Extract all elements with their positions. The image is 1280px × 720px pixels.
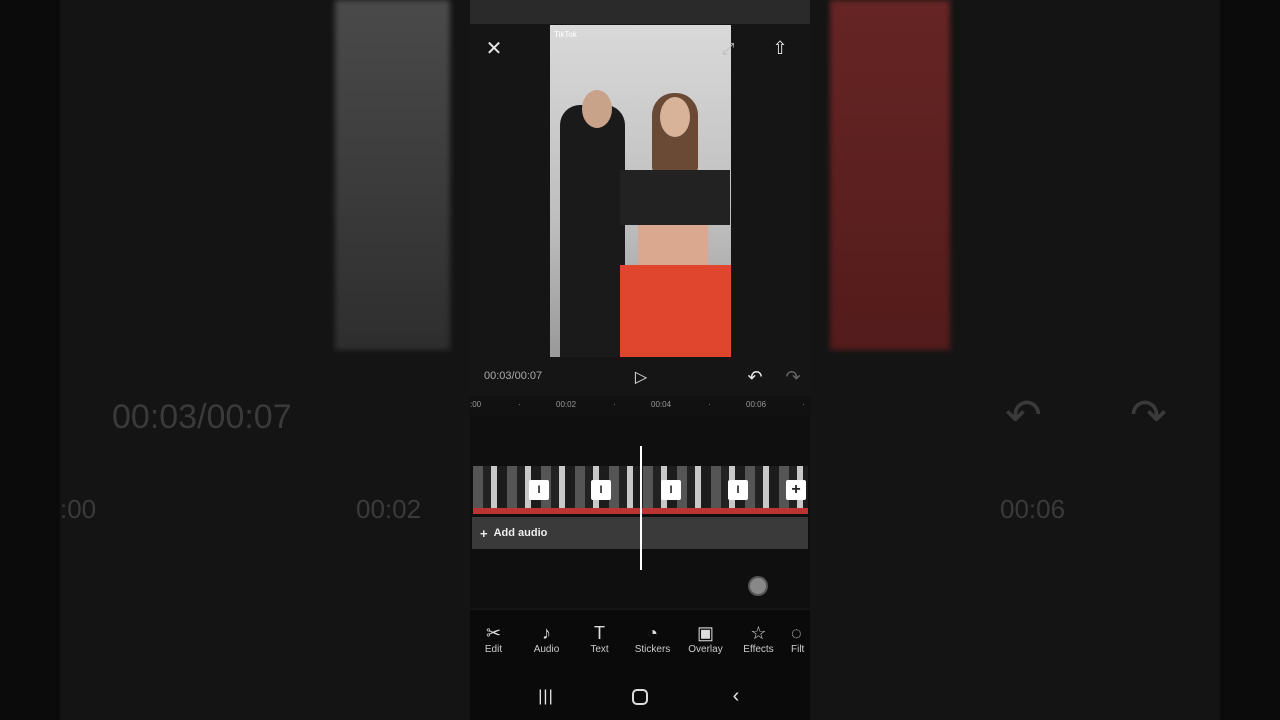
tool-text[interactable]: T Text: [573, 622, 626, 655]
tool-audio[interactable]: ♪ Audio: [520, 622, 573, 655]
ruler-tick: 00:06: [746, 400, 767, 409]
scissors-icon: ✂: [485, 623, 502, 643]
tool-label: Overlay: [688, 644, 723, 655]
tool-label: Effects: [743, 644, 774, 655]
face-left: [582, 90, 612, 128]
tool-edit[interactable]: ✂ Edit: [470, 622, 520, 655]
floating-assist-button[interactable]: [748, 576, 768, 596]
close-icon[interactable]: ✕: [482, 36, 506, 60]
recent-apps-icon[interactable]: |||: [534, 686, 558, 708]
background-undo-icon: ↶: [1005, 391, 1042, 440]
transition-button[interactable]: I: [591, 480, 611, 500]
export-upload-icon[interactable]: ⇧: [768, 36, 792, 60]
blurred-background-left: 00:03/00:07 :00 00:02: [60, 0, 470, 720]
effects-star-icon: ☆: [750, 623, 767, 643]
ruler-dot: ·: [613, 400, 616, 409]
filter-icon: ◌: [791, 623, 802, 643]
tiktok-watermark: TikTok: [554, 30, 577, 39]
time-ruler[interactable]: :00 · 00:02 · 00:04 · 00:06 ·: [470, 396, 810, 416]
tool-overlay[interactable]: ▣ Overlay: [679, 622, 732, 655]
back-icon[interactable]: ‹: [726, 684, 746, 708]
status-bar: [470, 0, 810, 24]
transition-button[interactable]: I: [661, 480, 681, 500]
face-right: [660, 97, 690, 137]
blurred-background-right: 00:06 ↶ ↷: [810, 0, 1220, 720]
system-navigation-bar: ||| ‹: [470, 670, 810, 720]
bottom-toolbar: ✂ Edit ♪ Audio T Text ◔ Stickers ▣ Overlay ☆ E…: [470, 610, 810, 670]
plus-icon: +: [480, 525, 488, 541]
background-ruler-mid: 00:02: [356, 494, 422, 524]
background-ruler-right: 00:06: [1000, 494, 1066, 524]
home-icon[interactable]: [632, 689, 648, 705]
add-audio-label: Add audio: [493, 527, 548, 539]
music-note-icon: ♪: [542, 623, 551, 643]
redo-button[interactable]: ↷: [782, 366, 804, 388]
top-right: [620, 170, 730, 225]
tool-label: Filt: [791, 644, 805, 655]
background-time: 00:03/00:07: [112, 398, 292, 436]
red-pants: [620, 265, 731, 357]
undo-button[interactable]: ↶: [744, 366, 766, 388]
ruler-dot: ·: [708, 400, 711, 409]
waist: [638, 225, 708, 265]
tool-filters[interactable]: ◌ Filt: [785, 622, 810, 655]
background-redo-icon: ↷: [1130, 391, 1167, 440]
playhead[interactable]: [640, 446, 642, 570]
ruler-dot: ·: [802, 400, 805, 409]
background-ruler-left: :00: [60, 494, 97, 524]
video-editor-screen: ✕ TikTok ⤢ ⇧ 00:03/00:07 ▷ ↶ ↷ :00 · 00:…: [470, 0, 810, 720]
ruler-tick: :00: [470, 400, 482, 409]
tool-label: Stickers: [634, 644, 671, 655]
tool-label: Text: [590, 644, 609, 655]
overlay-icon: ▣: [696, 623, 714, 643]
tool-effects[interactable]: ☆ Effects: [732, 622, 785, 655]
fullscreen-icon[interactable]: ⤢: [716, 38, 740, 62]
tool-label: Edit: [484, 644, 503, 655]
ruler-tick: 00:04: [651, 400, 672, 409]
person-left: [560, 105, 625, 357]
transition-button[interactable]: I: [728, 480, 748, 500]
playback-controls: 00:03/00:07 ▷ ↶ ↷: [470, 360, 810, 396]
tool-stickers[interactable]: ◔ Stickers: [626, 622, 679, 655]
sticker-icon: ◔: [647, 623, 658, 643]
tool-label: Audio: [533, 644, 560, 655]
add-clip-button[interactable]: +: [786, 480, 806, 500]
video-preview[interactable]: TikTok: [550, 25, 731, 357]
text-icon: T: [594, 623, 605, 643]
ruler-dot: ·: [518, 400, 521, 409]
ruler-tick: 00:02: [556, 400, 577, 409]
playback-time: 00:03/00:07: [484, 370, 543, 382]
transition-button[interactable]: I: [529, 480, 549, 500]
play-button[interactable]: ▷: [630, 366, 652, 388]
